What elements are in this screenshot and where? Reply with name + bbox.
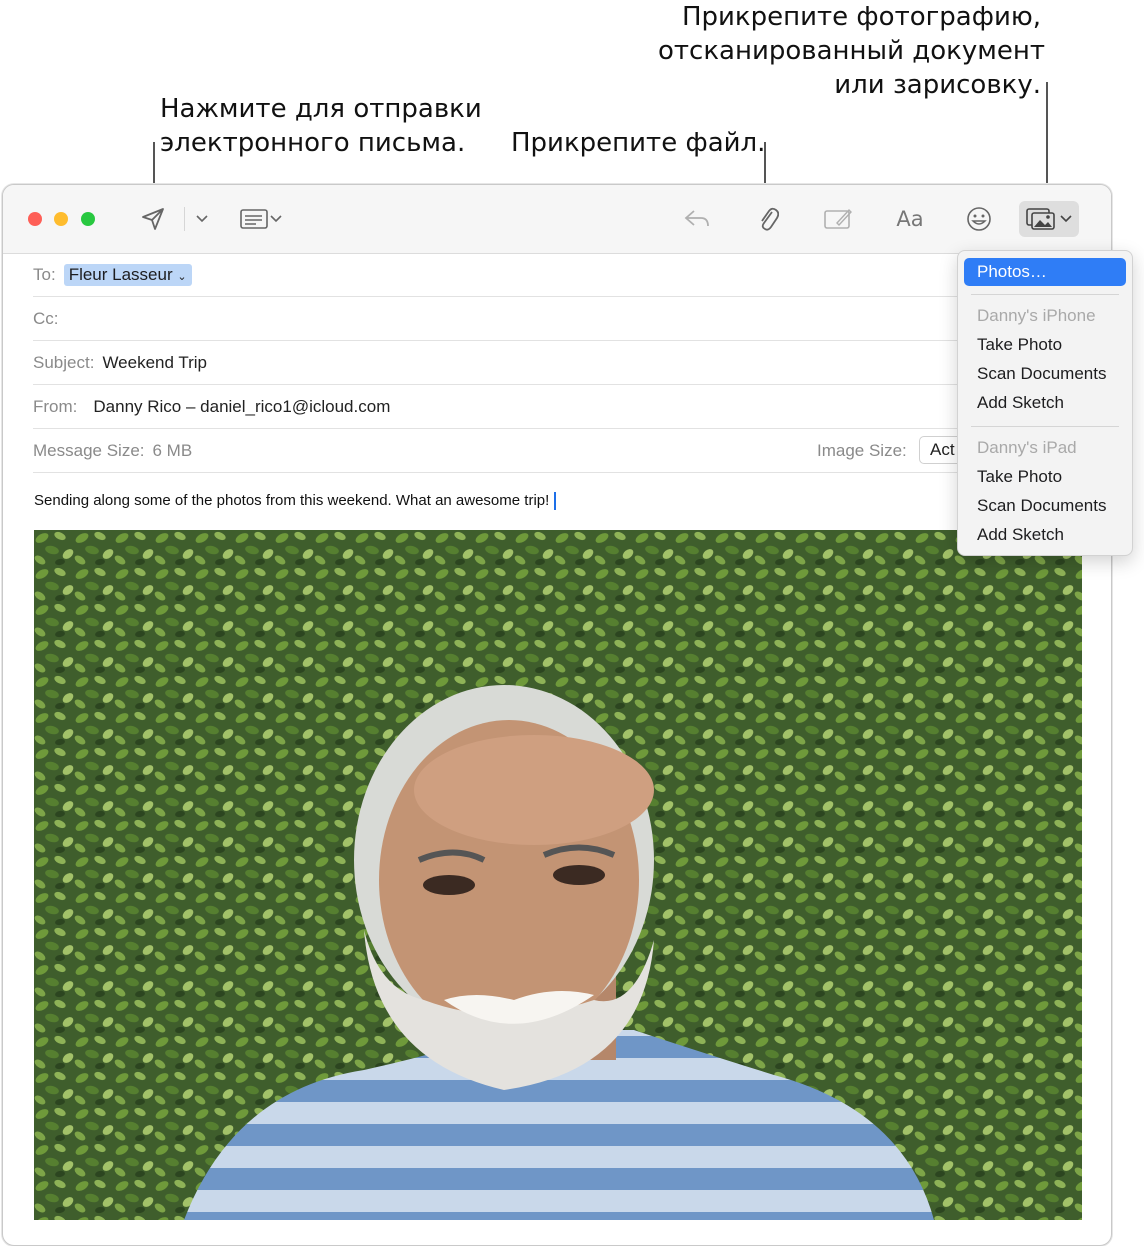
recipient-name: Fleur Lasseur [68, 264, 173, 284]
zoom-button[interactable] [81, 212, 95, 226]
from-field[interactable]: From: Danny Rico – daniel_rico1@icloud.c… [33, 385, 1111, 429]
callout-send: Нажмите для отправки электронного письма… [160, 94, 482, 158]
menu-item-iphone-scan-documents[interactable]: Scan Documents [964, 360, 1126, 388]
menu-item-photos[interactable]: Photos… [964, 258, 1126, 286]
reply-button[interactable] [681, 203, 713, 235]
menu-header-iphone: Danny's iPhone [977, 306, 1096, 325]
menu-item-iphone-add-sketch[interactable]: Add Sketch [964, 389, 1126, 417]
chevron-down-icon [196, 215, 208, 223]
callout-attach-photo: Прикрепите фотографию, отсканированный д… [658, 2, 1045, 100]
send-button[interactable] [137, 203, 169, 235]
message-size-label: Message Size: [33, 440, 145, 460]
to-field[interactable]: To: Fleur Lasseur ⌄ [33, 253, 1111, 297]
compose-window: Aa To: Fleur Lasseur ⌄ Cc: Subject: Week… [2, 184, 1112, 1246]
menu-header-ipad: Danny's iPad [977, 438, 1077, 457]
menu-separator [971, 426, 1119, 427]
markup-icon [824, 208, 852, 229]
message-body-text: Sending along some of the photos from th… [34, 492, 550, 509]
paperclip-icon [761, 207, 779, 231]
message-body[interactable]: Sending along some of the photos from th… [34, 492, 557, 511]
from-value[interactable]: Danny Rico – daniel_rico1@icloud.com [93, 397, 390, 417]
photo-browser-button[interactable] [1019, 201, 1079, 237]
send-options-button[interactable] [193, 203, 211, 235]
paper-plane-icon [142, 208, 164, 230]
chevron-down-icon [270, 215, 282, 223]
header-fields-button[interactable] [236, 203, 286, 235]
menu-item-ipad-scan-documents[interactable]: Scan Documents [964, 492, 1126, 520]
attach-file-button[interactable] [753, 203, 783, 235]
to-label: To: [33, 264, 56, 284]
format-button[interactable]: Aa [891, 203, 929, 235]
chevron-down-icon [1060, 215, 1072, 223]
reply-arrow-icon [684, 210, 709, 227]
header-fields-icon [240, 209, 268, 229]
message-size-row: Message Size: 6 MB Image Size: Act [33, 429, 1111, 473]
smiley-icon [967, 207, 991, 231]
from-label: From: [33, 396, 78, 416]
emoji-button[interactable] [964, 203, 994, 235]
menu-separator [971, 294, 1119, 295]
subject-label: Subject: [33, 352, 95, 372]
minimize-button[interactable] [54, 212, 68, 226]
markup-button[interactable] [821, 203, 855, 235]
photo-browser-menu: Photos… Danny's iPhone Take Photo Scan D… [957, 250, 1133, 556]
toolbar: Aa [3, 185, 1111, 254]
cc-label: Cc: [33, 308, 59, 328]
image-size-label: Image Size: [817, 440, 907, 460]
text-cursor [554, 492, 557, 511]
recipient-chip[interactable]: Fleur Lasseur ⌄ [63, 263, 192, 286]
callout-attach-file: Прикрепите файл. [511, 128, 766, 158]
close-button[interactable] [28, 212, 42, 226]
photo-image [34, 530, 1082, 1220]
menu-item-iphone-take-photo[interactable]: Take Photo [964, 331, 1126, 359]
menu-item-ipad-add-sketch[interactable]: Add Sketch [964, 521, 1126, 549]
message-size-value: 6 MB [152, 440, 193, 460]
cc-field[interactable]: Cc: [33, 297, 1111, 341]
photo-stack-icon [1026, 208, 1055, 230]
menu-item-ipad-take-photo[interactable]: Take Photo [964, 463, 1126, 491]
toolbar-separator [184, 207, 185, 231]
subject-field[interactable]: Subject: Weekend Trip [33, 341, 1111, 385]
subject-value[interactable]: Weekend Trip [102, 353, 207, 373]
chevron-down-icon: ⌄ [177, 270, 187, 283]
attached-photo[interactable] [34, 530, 1082, 1220]
